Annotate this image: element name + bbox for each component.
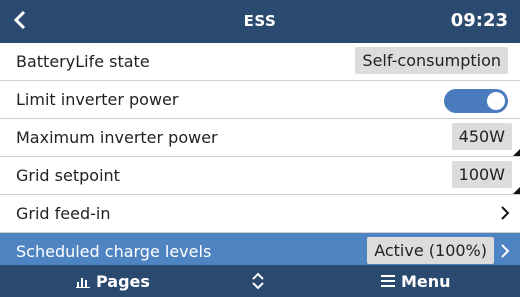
row-maximum-inverter-power[interactable]: Maximum inverter power 450W [0,119,520,157]
row-limit-inverter-power[interactable]: Limit inverter power [0,81,520,119]
maximum-inverter-power-value[interactable]: 450W [451,123,512,150]
batterylife-state-value: Self-consumption [355,47,508,74]
toggle-knob [487,92,505,110]
pages-label: Pages [96,271,150,291]
limit-inverter-power-toggle[interactable] [444,89,508,113]
grid-setpoint-value[interactable]: 100W [451,161,512,188]
up-down-chevron-icon [252,272,264,290]
row-batterylife-state[interactable]: BatteryLife state Self-consumption [0,43,520,81]
settings-list: BatteryLife state Self-consumption Limit… [0,43,520,271]
editable-corner-icon [513,187,520,194]
bar-chart-icon [76,278,90,288]
clock: 09:23 [450,10,508,31]
editable-corner-icon [513,149,520,156]
ess-screen: ESS 09:23 BatteryLife state Self-consump… [0,0,520,297]
row-label: BatteryLife state [16,52,150,71]
hamburger-menu-icon [381,275,395,287]
chevron-right-icon [501,206,510,220]
menu-button[interactable]: Menu [381,265,451,297]
row-label: Scheduled charge levels [16,242,212,261]
scroll-button[interactable] [251,265,271,297]
top-bar: ESS 09:23 [0,0,520,43]
row-grid-feed-in[interactable]: Grid feed-in [0,195,520,233]
pages-button[interactable]: Pages [76,265,150,297]
page-title: ESS [243,12,277,30]
row-label: Maximum inverter power [16,128,218,147]
row-label: Grid feed-in [16,204,111,223]
row-label: Grid setpoint [16,166,120,185]
chevron-right-icon [501,244,510,258]
bottom-bar: Pages Menu [0,265,520,297]
row-label: Limit inverter power [16,90,179,109]
menu-label: Menu [401,271,451,291]
row-grid-setpoint[interactable]: Grid setpoint 100W [0,157,520,195]
scheduled-charge-levels-value: Active (100%) [367,237,494,264]
